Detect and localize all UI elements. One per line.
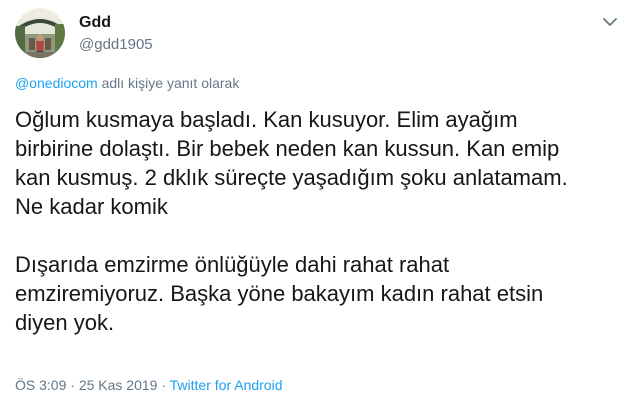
reply-mention-link[interactable]: @onediocom xyxy=(15,75,98,91)
tweet-paragraph: Dışarıda emzirme önlüğüyle dahi rahat ra… xyxy=(15,252,544,335)
avatar[interactable] xyxy=(15,8,65,58)
reply-context-text: adlı kişiye yanıt olarak xyxy=(97,75,240,91)
meta-separator: · xyxy=(157,377,170,393)
tweet-source-link[interactable]: Twitter for Android xyxy=(170,377,283,393)
reply-context: @onediocom adlı kişiye yanıt olarak xyxy=(15,75,239,91)
tweet-date[interactable]: 25 Kas 2019 xyxy=(79,377,158,393)
chevron-down-icon[interactable] xyxy=(601,15,619,27)
avatar-image xyxy=(15,8,65,58)
tweet-meta: ÖS 3:09 · 25 Kas 2019 · Twitter for Andr… xyxy=(15,377,282,393)
author-display-name[interactable]: Gdd xyxy=(79,14,111,32)
meta-separator: · xyxy=(66,377,79,393)
tweet-text: Oğlum kusmaya başladı. Kan kusuyor. Elim… xyxy=(15,105,620,337)
tweet: Gdd @gdd1905 @onediocom adlı kişiye yanı… xyxy=(0,0,635,406)
tweet-time[interactable]: ÖS 3:09 xyxy=(15,377,66,393)
author-handle[interactable]: @gdd1905 xyxy=(79,36,153,53)
tweet-paragraph: Oğlum kusmaya başladı. Kan kusuyor. Elim… xyxy=(15,107,568,219)
